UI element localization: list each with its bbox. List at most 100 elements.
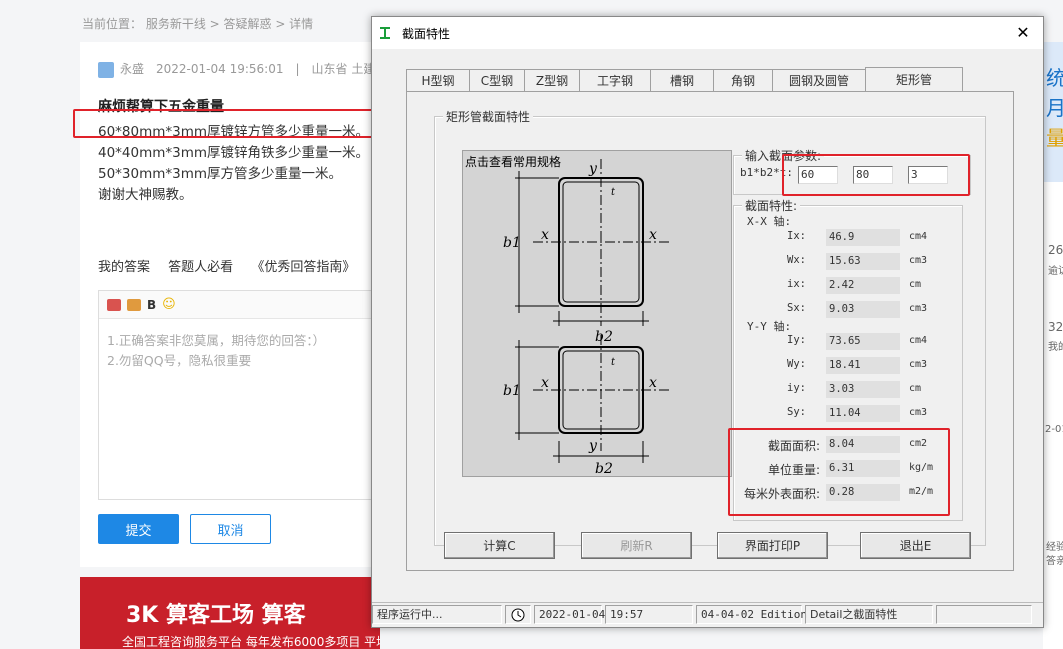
t-input[interactable]: 3 <box>908 166 948 184</box>
question-line: 50*30mm*3mm厚方管多少重量一米。 <box>98 166 343 182</box>
xx-axis-title: X-X 轴: <box>747 215 792 228</box>
user-name[interactable]: 永盛 <box>120 62 144 76</box>
question-line: 谢谢大神赐教。 <box>98 187 193 203</box>
rect-tube-drawing: y x x b1 b2 t x x b1 y b2 t <box>503 159 669 476</box>
section-figure[interactable]: 点击查看常用规格 y x x b1 b2 t x x b1 y b2 t <box>462 150 732 477</box>
prop-label-rx: ix: <box>787 278 806 290</box>
question-meta: 永盛 2022-01-04 19:56:01 | 山东省 土建 安 <box>98 60 403 78</box>
prop-label-sx: Sx: <box>787 302 806 314</box>
unit-weight-value: 6.31 <box>826 460 900 477</box>
close-icon[interactable]: ✕ <box>1013 23 1033 42</box>
section-type-tabs: H型钢 C型钢 Z型钢 工字钢 槽钢 角钢 圆钢及圆管 矩形管 <box>406 67 963 91</box>
avatar[interactable] <box>98 61 114 78</box>
area-label: 截面面积: <box>767 439 820 453</box>
placeholder-line: 1.正确答案非您莫属，期待您的回答：） <box>107 333 326 348</box>
status-edition: 04-04-02 Edition <box>696 605 807 624</box>
axis-y-label: y <box>588 161 598 177</box>
sidebar-text: 我的 <box>1048 342 1063 353</box>
surface-area-value: 0.28 <box>826 484 900 501</box>
dim-b1-label: b1 <box>503 235 521 251</box>
question-line: 60*80mm*3mm厚镀锌方管多少重量一米。 <box>98 124 370 140</box>
question-line: 40*40mm*3mm厚镀锌角铁多少重量一米。 <box>98 145 370 161</box>
surface-area-label: 每米外表面积: <box>743 487 820 501</box>
clock-icon <box>505 605 531 624</box>
exit-button[interactable]: 退出E <box>860 532 971 559</box>
editor-toolbar: B ☺ <box>99 291 381 319</box>
prop-unit-wy: cm3 <box>909 359 928 370</box>
b1-input[interactable]: 60 <box>798 166 838 184</box>
status-empty <box>936 605 1032 624</box>
sidebar-text: 经验 <box>1046 542 1063 553</box>
sidebar-text: 逾访 <box>1048 266 1063 277</box>
tab-rect-tube[interactable]: 矩形管 <box>865 67 963 91</box>
group-title: 矩形管截面特性 <box>443 108 534 125</box>
page: 当前位置： 服务新干线 > 答疑解惑 > 详情 永盛 2022-01-04 19:… <box>0 0 1063 649</box>
prop-unit-iy: cm4 <box>909 335 928 346</box>
sidebar-text: 量 <box>1046 126 1063 150</box>
prop-label-ix: Ix: <box>787 230 806 242</box>
sidebar-text: 答亲 <box>1046 556 1063 567</box>
bold-button[interactable]: B <box>147 298 156 312</box>
tab-h-beam[interactable]: H型钢 <box>406 69 470 91</box>
editor-placeholder[interactable]: 1.正确答案非您莫属，期待您的回答：） 2.勿留QQ号，隐私很重要 <box>99 319 381 383</box>
sidebar-text: 月 <box>1046 96 1063 120</box>
axis-y-label: y <box>588 438 598 454</box>
status-date: 2022-01-04 <box>534 605 605 624</box>
emoji-icon[interactable]: ☺ <box>162 297 176 312</box>
surface-area-unit: m2/m <box>909 486 934 497</box>
cancel-button[interactable]: 取消 <box>190 514 271 544</box>
i-beam-icon <box>380 27 390 39</box>
unit-weight-unit: kg/m <box>909 462 934 473</box>
dim-b1-label: b1 <box>503 383 521 399</box>
sidebar-text: 统 <box>1046 66 1063 90</box>
tab-z-steel[interactable]: Z型钢 <box>524 69 580 91</box>
tab-angle[interactable]: 角钢 <box>713 69 773 91</box>
calculate-button[interactable]: 计算C <box>444 532 555 559</box>
post-time: 2022-01-04 19:56:01 <box>156 62 284 76</box>
yy-axis-title: Y-Y 轴: <box>747 320 792 333</box>
axis-x-label: x <box>541 375 549 391</box>
image-icon[interactable] <box>107 298 121 311</box>
input-group-title: 输入截面参数: <box>742 147 825 164</box>
prop-value-sy: 11.04 <box>826 405 900 422</box>
prop-label-wx: Wx: <box>787 254 806 266</box>
status-bar: 程序运行中... 2022-01-04 19:57 04-04-02 Editi… <box>372 602 1043 626</box>
tab-my-answer[interactable]: 我的答案 <box>98 260 150 275</box>
prop-value-wx: 15.63 <box>826 253 900 270</box>
prop-value-ix: 46.9 <box>826 229 900 246</box>
prop-unit-sy: cm3 <box>909 407 928 418</box>
sidebar-date: 2-01 <box>1045 424 1063 435</box>
area-value: 8.04 <box>826 436 900 453</box>
tab-answer-guide[interactable]: 《优秀回答指南》 <box>251 260 355 275</box>
tab-answerer-must-read[interactable]: 答题人必看 <box>168 260 233 275</box>
breadcrumb: 当前位置： 服务新干线 > 答疑解惑 > 详情 <box>82 17 314 31</box>
prop-unit-wx: cm3 <box>909 255 928 266</box>
axis-x-label: x <box>649 227 657 243</box>
area-unit: cm2 <box>909 438 928 449</box>
question-title: 麻烦帮算下五金重量 <box>98 99 224 115</box>
prop-unit-rx: cm <box>909 279 922 290</box>
tab-round-bar-tube[interactable]: 圆钢及圆管 <box>772 69 866 91</box>
placeholder-line: 2.勿留QQ号，隐私很重要 <box>107 353 252 368</box>
input-label: b1*b2*t: <box>740 166 793 179</box>
dialog-titlebar[interactable]: 截面特性 ✕ <box>372 17 1043 49</box>
prop-value-wy: 18.41 <box>826 357 900 374</box>
tab-c-steel[interactable]: C型钢 <box>469 69 525 91</box>
prop-value-sx: 9.03 <box>826 301 900 318</box>
gallery-icon[interactable] <box>127 298 141 311</box>
tab-i-beam[interactable]: 工字钢 <box>579 69 651 91</box>
prop-unit-ix: cm4 <box>909 231 928 242</box>
sidebar-count: 26 <box>1048 243 1063 257</box>
dialog-title: 截面特性 <box>402 26 451 41</box>
tab-channel[interactable]: 槽钢 <box>650 69 714 91</box>
axis-x-label: x <box>649 375 657 391</box>
banner-logo: 3K 算客工场 算客 <box>126 603 306 628</box>
ad-banner[interactable]: 3K 算客工场 算客 全国工程咨询服务平台 每年发布6000多项目 平均7天全额… <box>80 577 380 649</box>
prop-value-iy: 73.65 <box>826 333 900 350</box>
b2-input[interactable]: 80 <box>853 166 893 184</box>
print-button[interactable]: 界面打印P <box>717 532 828 559</box>
answer-editor[interactable]: B ☺ 1.正确答案非您莫属，期待您的回答：） 2.勿留QQ号，隐私很重要 <box>98 290 382 500</box>
dim-b2-label: b2 <box>595 461 613 476</box>
refresh-button[interactable]: 刷新R <box>581 532 692 559</box>
submit-button[interactable]: 提交 <box>98 514 179 544</box>
